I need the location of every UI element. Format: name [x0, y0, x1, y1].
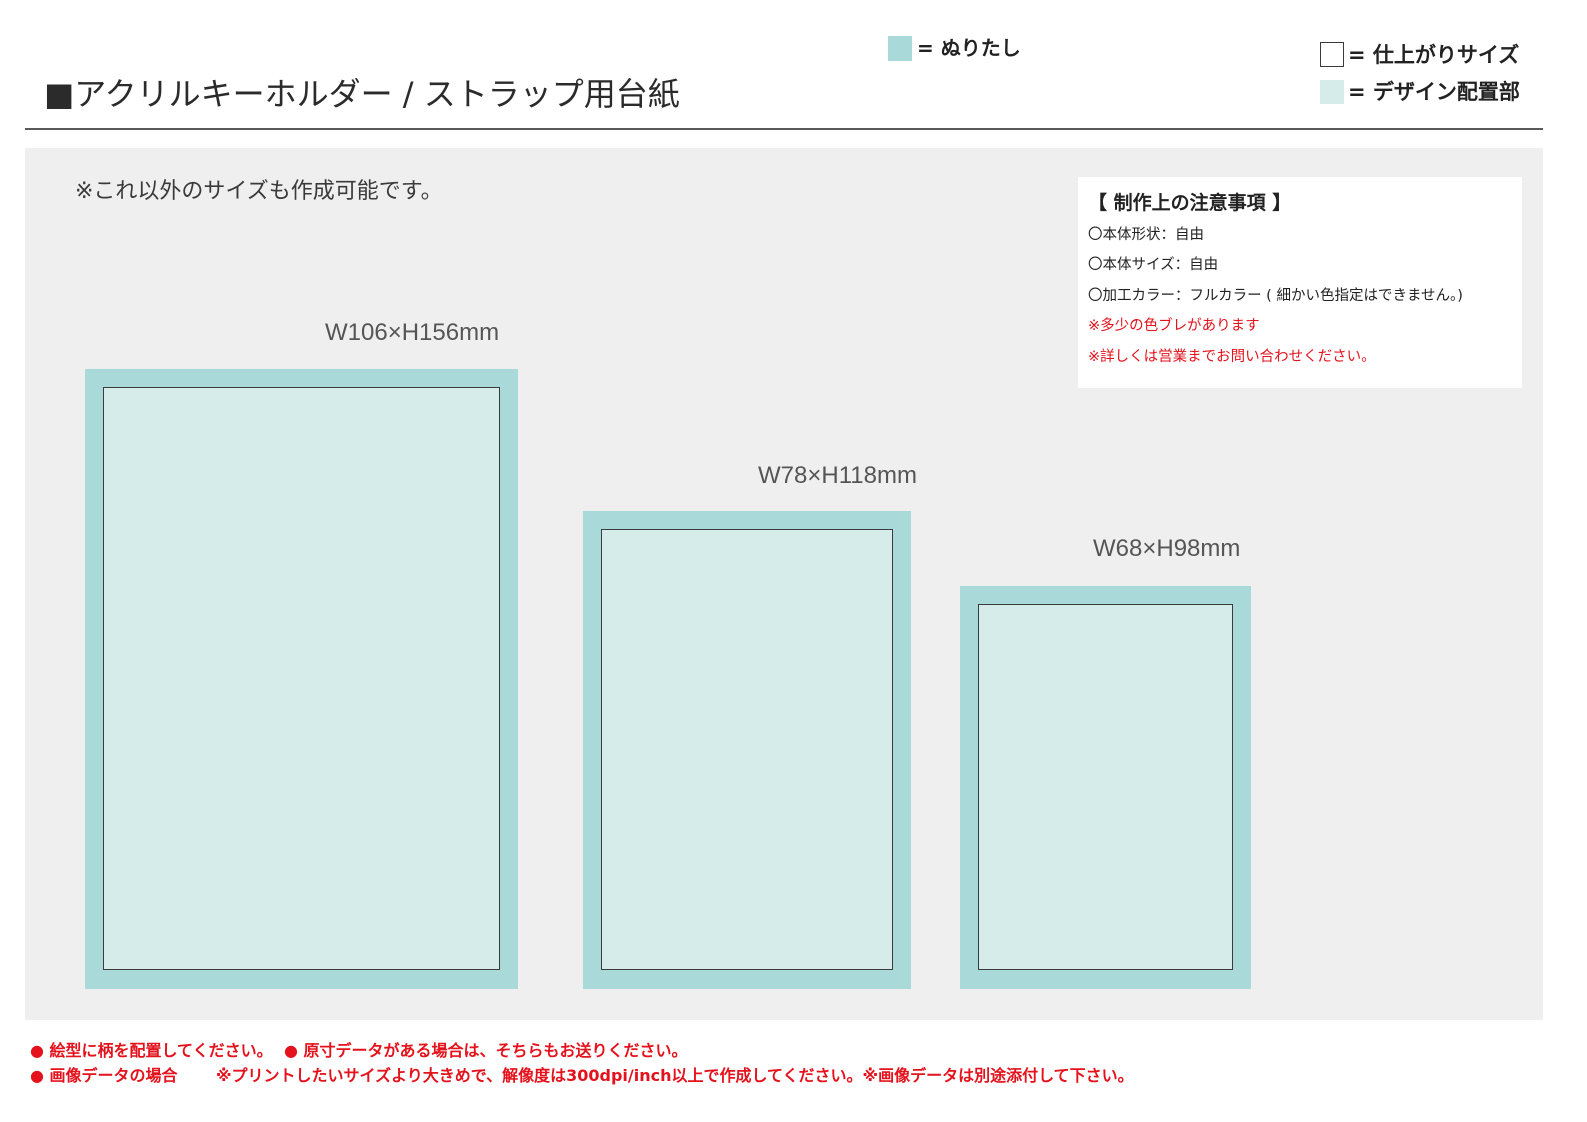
notes-heading: 【 制作上の注意事項 】 [1088, 192, 1292, 214]
footer-instruction-original-data: ● 原寸データがある場合は、そちらもお送りください。 [284, 1041, 688, 1060]
trim-size-legend-label: = 仕上がりサイズ [1348, 43, 1520, 67]
trim-size-swatch [1320, 42, 1344, 67]
notes-warning-contact: ※詳しくは営業までお問い合わせください。 [1088, 348, 1376, 365]
template-panel: ※これ以外のサイズも作成可能です。 W106×H156mm W78×H118mm… [25, 148, 1543, 1020]
page-title: ■アクリルキーホルダー / ストラップ用台紙 [44, 75, 680, 113]
bleed-legend-label: = ぬりたし [917, 36, 1021, 60]
template-size-label: W106×H156mm [325, 319, 500, 346]
other-sizes-note: ※これ以外のサイズも作成可能です。 [75, 179, 443, 204]
bleed-area [85, 369, 518, 989]
design-area-legend-label: = デザイン配置部 [1348, 80, 1520, 104]
production-notes-box: 【 制作上の注意事項 】 〇本体形状：自由 〇本体サイズ：自由 〇加工カラー：フ… [1078, 177, 1522, 388]
bleed-area [960, 586, 1251, 989]
design-area [601, 529, 893, 970]
design-area [103, 387, 500, 970]
header-divider [25, 128, 1543, 130]
template-size-label: W78×H118mm [758, 462, 917, 489]
design-area-swatch [1320, 80, 1344, 104]
notes-item-color: 〇加工カラー：フルカラー ( 細かい色指定はできません。) [1088, 287, 1463, 304]
design-area [978, 604, 1233, 970]
footer-instruction-place-pattern: ● 絵型に柄を配置してください。 [30, 1041, 273, 1060]
notes-item-shape: 〇本体形状：自由 [1088, 227, 1204, 243]
footer-instruction-resolution: ※プリントしたいサイズより大きめで、解像度は300dpi/inch以上で作成して… [216, 1066, 1134, 1085]
notes-item-size: 〇本体サイズ：自由 [1088, 257, 1219, 274]
bleed-swatch [888, 36, 912, 61]
template-size-label: W68×H98mm [1093, 535, 1241, 562]
notes-warning-color-variance: ※多少の色ブレがあります [1088, 318, 1260, 335]
bleed-area [583, 511, 911, 989]
footer-instruction-image-data: ● 画像データの場合 [30, 1066, 178, 1085]
